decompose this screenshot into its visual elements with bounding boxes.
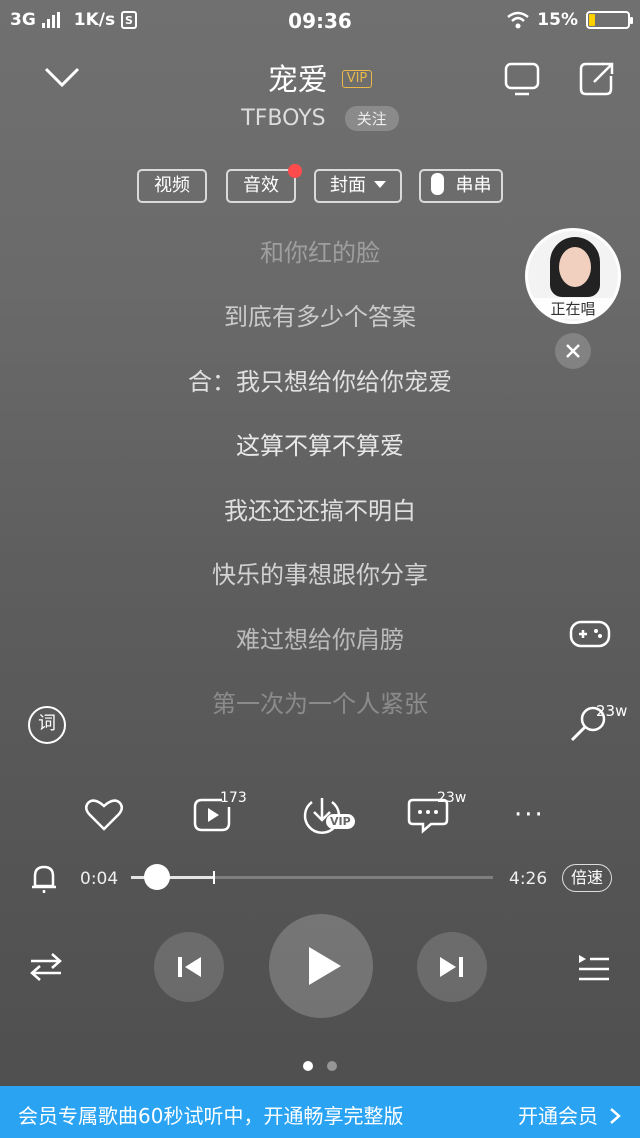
status-bar: 3G 1K/s S 09:36 15% — [0, 0, 640, 44]
now-singing-label: 正在唱 — [528, 298, 618, 319]
wifi-icon — [507, 11, 530, 29]
play-button[interactable] — [269, 914, 373, 1018]
vip-banner-text: 会员专属歌曲60秒试听中，开通畅享完整版 — [18, 1104, 404, 1128]
vip-badge: VIP — [341, 70, 373, 88]
vip-banner[interactable]: 会员专属歌曲60秒试听中，开通畅享完整版 开通会员 — [0, 1086, 640, 1138]
close-avatar-button[interactable] — [555, 333, 591, 369]
battery-percent: 15% — [537, 10, 578, 30]
seek-buffer-end — [213, 871, 216, 884]
playlist-count: 173 — [220, 790, 247, 806]
video-chip[interactable]: 视频 — [137, 169, 207, 203]
toggle-icon — [430, 173, 444, 195]
lyric-line: 难过想给你肩膀 — [236, 626, 404, 654]
sound-chip-label: 音效 — [243, 175, 279, 196]
more-options-button[interactable]: ··· — [514, 800, 545, 830]
open-vip-label: 开通会员 — [518, 1104, 598, 1128]
sound-effect-chip[interactable]: 音效 — [226, 164, 302, 203]
cover-chip[interactable]: 封面 — [314, 169, 402, 203]
download-vip-badge: VIP — [326, 814, 355, 829]
feature-chips: 视频 音效 封面 串串 — [0, 164, 640, 203]
share-icon[interactable] — [578, 60, 616, 98]
next-button[interactable] — [417, 932, 487, 1002]
open-vip-link[interactable]: 开通会员 — [518, 1100, 622, 1129]
chevron-right-icon — [610, 1108, 621, 1124]
seek-thumb[interactable] — [143, 864, 170, 890]
artist-name[interactable]: TFBOYS — [241, 106, 325, 131]
close-icon — [566, 344, 580, 358]
tv-cast-icon[interactable] — [503, 60, 541, 98]
previous-icon — [178, 957, 201, 977]
chain-chip-label: 串串 — [455, 175, 492, 196]
cover-chip-label: 封面 — [330, 175, 366, 196]
next-icon — [440, 957, 463, 977]
lyric-line: 第一次为一个人紧张 — [212, 690, 428, 718]
heart-icon[interactable] — [84, 796, 124, 832]
new-dot-badge — [288, 164, 302, 178]
battery-icon — [586, 11, 633, 29]
shuffle-order-icon[interactable] — [28, 950, 64, 984]
page-indicator — [0, 1056, 640, 1075]
total-time: 4:26 — [509, 869, 548, 889]
page-dot[interactable] — [303, 1061, 313, 1071]
page-dot[interactable] — [327, 1061, 337, 1071]
song-title: 宠爱 — [267, 63, 328, 98]
lyric-line: 我还还还搞不明白 — [224, 497, 416, 525]
previous-button[interactable] — [154, 932, 224, 1002]
current-time: 0:04 — [80, 869, 119, 889]
lyric-line: 这算不算不算爱 — [236, 432, 404, 460]
play-icon — [309, 947, 341, 985]
follow-button[interactable]: 关注 — [344, 106, 399, 131]
dropdown-caret-icon — [374, 181, 386, 188]
lyric-settings-button[interactable]: 词 — [28, 706, 66, 744]
playlist-queue-icon[interactable] — [576, 952, 612, 984]
chain-chip[interactable]: 串串 — [419, 169, 503, 203]
song-title-row: 宠爱 VIP — [0, 55, 640, 99]
lyric-line: 快乐的事想跟你分享 — [212, 561, 428, 589]
lyric-line: 合：我只想给你给你宠爱 — [188, 368, 452, 396]
alarm-bell-icon[interactable] — [30, 862, 58, 894]
now-singing-avatar[interactable]: 正在唱 — [525, 228, 621, 324]
avatar-face — [559, 247, 591, 287]
status-right: 15% — [507, 10, 633, 30]
playback-speed-button[interactable]: 倍速 — [562, 864, 612, 892]
video-chip-label: 视频 — [154, 175, 190, 196]
gamepad-icon[interactable] — [568, 616, 612, 652]
seek-bar[interactable] — [131, 864, 493, 890]
lyric-icon-label: 词 — [38, 713, 56, 734]
artist-row: TFBOYS 关注 — [0, 106, 640, 131]
comment-count: 23w — [437, 790, 467, 806]
mic-count: 23w — [596, 702, 628, 720]
